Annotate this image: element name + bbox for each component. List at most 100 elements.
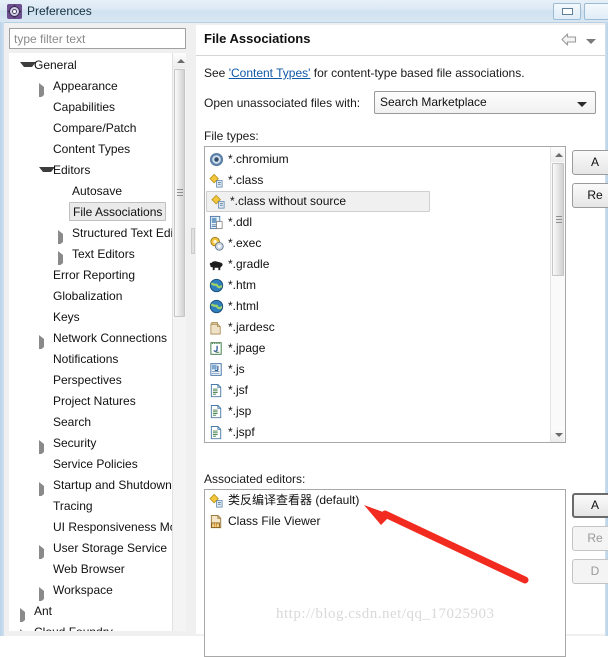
file-types-list[interactable]: *.chromium *.class *.class without source *… (204, 146, 566, 443)
preferences-window: Preferences General Appearance Capabilitie… (0, 0, 608, 657)
sidebar-item-label: Search (53, 415, 92, 429)
sidebar-item-structured-text-editors[interactable]: Structured Text Editors (9, 223, 172, 244)
sidebar-item-autosave[interactable]: Autosave (9, 181, 172, 202)
sidebar-item-tracing[interactable]: Tracing (9, 496, 172, 517)
chevron-right-icon[interactable] (39, 482, 52, 496)
sidebar-item-keys[interactable]: Keys (9, 307, 172, 328)
scroll-up-icon[interactable] (173, 53, 186, 68)
sidebar-item-cloud-foundry[interactable]: Cloud Foundry (9, 622, 172, 631)
chevron-down-icon (577, 102, 587, 107)
pane-divider-grip[interactable] (191, 228, 195, 254)
minimize-button[interactable] (553, 3, 581, 20)
tree-scrollbar[interactable] (172, 53, 186, 631)
sidebar-item-capabilities[interactable]: Capabilities (9, 97, 172, 118)
sidebar-item-notifications[interactable]: Notifications (9, 349, 172, 370)
sidebar-item-appearance[interactable]: Appearance (9, 76, 172, 97)
sidebar-item-perspectives[interactable]: Perspectives (9, 370, 172, 391)
sidebar-item-ui-responsiveness-monitoring[interactable]: UI Responsiveness Monitoring (9, 517, 172, 538)
file-type-row[interactable]: *.jpage (205, 338, 550, 359)
tree-scroll-thumb[interactable] (174, 69, 185, 317)
default-editor-button[interactable]: D (572, 559, 608, 584)
chevron-right-icon[interactable] (39, 545, 52, 559)
file-type-row[interactable]: *.jardesc (205, 317, 550, 338)
sidebar-item-startup-and-shutdown[interactable]: Startup and Shutdown (9, 475, 172, 496)
associated-editor-row[interactable]: 类反编译查看器 (default) (205, 490, 565, 511)
associated-editor-row[interactable]: 010 Class File Viewer (205, 511, 565, 532)
file-types-scroll-thumb[interactable] (552, 163, 564, 276)
associated-editors-list[interactable]: 类反编译查看器 (default) 010 Class File Viewer (204, 489, 566, 657)
chevron-right-icon[interactable] (39, 83, 52, 97)
window-title: Preferences (27, 4, 92, 18)
sidebar-item-label: Autosave (72, 184, 123, 198)
file-type-row[interactable]: *.class (205, 170, 550, 191)
file-types-scrollbar[interactable] (550, 147, 565, 442)
file-type-row[interactable]: *.jsp (205, 401, 550, 422)
jar-desc-icon (210, 321, 221, 335)
search-input[interactable] (9, 28, 186, 49)
sidebar-item-user-storage-service[interactable]: User Storage Service (9, 538, 172, 559)
sidebar-item-editors[interactable]: Editors (9, 160, 172, 181)
sidebar-item-ant[interactable]: Ant (9, 601, 172, 622)
open-unassociated-label: Open unassociated files with: (204, 96, 361, 110)
chevron-down-icon[interactable] (586, 39, 596, 44)
chevron-right-icon[interactable] (20, 629, 33, 631)
back-arrow-icon[interactable] (561, 33, 577, 46)
sidebar-item-general[interactable]: General (9, 55, 172, 76)
sidebar-item-compare-patch[interactable]: Compare/Patch (9, 118, 172, 139)
maximize-button[interactable] (584, 3, 608, 20)
file-type-row[interactable]: *.exec (205, 233, 550, 254)
sidebar-item-label: File Associations (69, 202, 167, 221)
open-unassociated-dropdown[interactable]: Search Marketplace (374, 91, 596, 114)
chevron-right-icon[interactable] (58, 230, 71, 244)
sidebar-item-label: General (34, 58, 77, 72)
file-type-row[interactable]: *.gradle (205, 254, 550, 275)
file-type-row[interactable]: *.chromium (205, 149, 550, 170)
sidebar-item-content-types[interactable]: Content Types (9, 139, 172, 160)
sidebar-item-label: Globalization (53, 289, 123, 303)
file-type-row[interactable]: *.html (205, 296, 550, 317)
sidebar-item-service-policies[interactable]: Service Policies (9, 454, 172, 475)
sidebar-item-error-reporting[interactable]: Error Reporting (9, 265, 172, 286)
file-types-items: *.chromium *.class *.class without source *… (205, 149, 550, 442)
add-editor-button[interactable]: A (572, 493, 608, 518)
sidebar-item-label: Tracing (53, 499, 93, 513)
chevron-right-icon[interactable] (58, 251, 71, 265)
chevron-right-icon[interactable] (39, 440, 52, 454)
sidebar-item-workspace[interactable]: Workspace (9, 580, 172, 601)
scroll-up-icon[interactable] (551, 147, 564, 162)
file-type-row[interactable]: *.jsf (205, 380, 550, 401)
file-type-row[interactable]: *.js (205, 359, 550, 380)
sidebar-item-network-connections[interactable]: Network Connections (9, 328, 172, 349)
ddl-file-icon (209, 215, 223, 230)
globe-icon (209, 278, 224, 293)
chevron-right-icon[interactable] (20, 608, 33, 622)
file-type-label: *.class without source (230, 194, 347, 208)
file-type-row[interactable]: *.htm (205, 275, 550, 296)
add-file-type-button[interactable]: A (572, 150, 608, 175)
remove-editor-button[interactable]: Re (572, 526, 608, 551)
java-class-icon (209, 493, 223, 508)
scroll-down-icon[interactable] (551, 427, 564, 442)
sidebar-item-project-natures[interactable]: Project Natures (9, 391, 172, 412)
associated-editors-label: Associated editors: (204, 472, 306, 486)
file-type-row[interactable]: *.jspf (205, 422, 550, 442)
content-types-link[interactable]: 'Content Types' (229, 66, 311, 80)
sidebar-item-label: Editors (53, 163, 91, 177)
file-type-row[interactable]: *.class without source (206, 191, 430, 212)
sidebar-item-label: Network Connections (53, 331, 168, 345)
chevron-right-icon[interactable] (39, 587, 52, 601)
sidebar-item-search[interactable]: Search (9, 412, 172, 433)
sidebar-item-text-editors[interactable]: Text Editors (9, 244, 172, 265)
sidebar-item-label: Content Types (53, 142, 131, 156)
sidebar-item-web-browser[interactable]: Web Browser (9, 559, 172, 580)
chevron-right-icon[interactable] (39, 335, 52, 349)
sidebar-item-file-associations[interactable]: File Associations (9, 202, 172, 223)
document-icon (210, 384, 222, 398)
file-type-row[interactable]: *.ddl (205, 212, 550, 233)
preferences-tree[interactable]: General Appearance Capabilities Compare/Pat… (9, 53, 186, 631)
sidebar-item-security[interactable]: Security (9, 433, 172, 454)
remove-file-type-button[interactable]: Re (572, 183, 608, 208)
sidebar-item-globalization[interactable]: Globalization (9, 286, 172, 307)
file-type-label: *.gradle (228, 257, 270, 271)
preferences-gear-icon (7, 4, 22, 19)
